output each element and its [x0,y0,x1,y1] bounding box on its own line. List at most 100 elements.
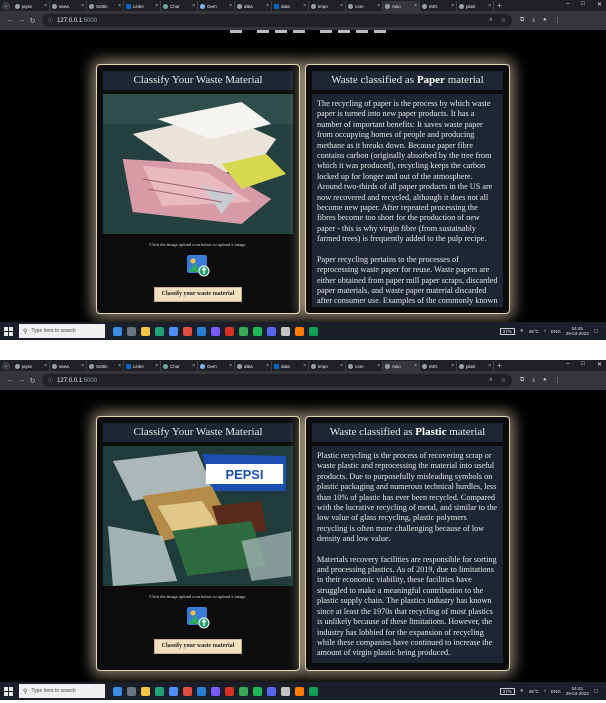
close-tab-icon[interactable]: × [229,3,232,9]
profile-icon[interactable]: ● [543,17,547,24]
forward-icon[interactable]: → [16,17,27,24]
download-icon[interactable]: ⤓ [532,17,535,24]
classify-button[interactable]: Classify your waste material [154,639,242,654]
extensions-icon[interactable]: ⧉ [520,377,524,384]
close-tab-icon[interactable]: × [303,363,306,369]
language[interactable]: ENG [551,689,561,694]
app-icon[interactable] [267,326,276,336]
task-view-icon[interactable] [127,326,136,336]
browser-tab[interactable]: Gem × [198,361,235,371]
browser-tab[interactable]: data × [235,361,272,371]
clock[interactable]: 04:42 29-04-2024 [566,686,589,696]
vscode-icon[interactable] [197,326,206,336]
zoom-icon[interactable]: ⌕ [489,17,492,24]
browser-tab-active[interactable]: Awo × [383,361,420,371]
file-explorer-icon[interactable] [141,686,150,696]
browser-tab[interactable]: data × [235,1,272,11]
new-tab-button[interactable]: + [497,361,502,370]
clock[interactable]: 04:45 29-04-2024 [566,326,589,336]
bookmark-star-icon[interactable]: ☆ [501,17,506,24]
file-explorer-icon[interactable] [141,326,150,336]
close-tab-icon[interactable]: × [303,3,306,9]
battery-indicator[interactable]: 37% [499,327,515,335]
classify-button[interactable]: Classify your waste material [154,287,242,302]
notification-icon[interactable]: ▢ [594,688,598,694]
browser-tab[interactable]: www. × [50,361,87,371]
bookmark-star-icon[interactable]: ☆ [501,377,506,384]
taskbar-search[interactable]: ⚲ Type here to search [19,684,105,698]
browser-tab[interactable]: plast × [457,361,494,371]
browser-tab[interactable]: impo × [309,361,346,371]
app-icon[interactable] [281,326,290,336]
close-tab-icon[interactable]: × [377,3,380,9]
close-tab-icon[interactable]: × [155,363,158,369]
taskbar-search[interactable]: ⚲ Type here to search [19,324,105,338]
forward-icon[interactable]: → [16,377,27,384]
browser-tab[interactable]: Linke × [124,1,161,11]
browser-tab[interactable]: data × [272,1,309,11]
browser-tab[interactable]: Gem × [198,1,235,11]
url-input[interactable]: ⓘ 127.0.0.1:5000 ⌕ ☆ [42,374,512,387]
reload-icon[interactable]: ↻ [27,377,38,385]
close-tab-icon[interactable]: × [377,363,380,369]
app-icon[interactable] [225,686,234,696]
browser-tab[interactable]: IMG × [420,1,457,11]
browser-tab[interactable]: Settin × [87,361,124,371]
reload-icon[interactable]: ↻ [27,17,38,25]
close-tab-icon[interactable]: × [155,3,158,9]
task-view-icon[interactable] [127,686,136,696]
app-icon[interactable] [183,686,192,696]
language[interactable]: ENG [551,329,561,334]
browser-tab[interactable]: com × [346,1,383,11]
close-tab-icon[interactable]: × [81,3,84,9]
browser-tab[interactable]: www. × [50,1,87,11]
tray-chevron-icon[interactable]: ^ [544,689,546,694]
close-tab-icon[interactable]: × [488,363,491,369]
browser-tab[interactable]: Char × [161,361,198,371]
image-upload-icon[interactable] [186,605,210,629]
back-icon[interactable]: ← [5,377,16,384]
close-tab-icon[interactable]: × [192,363,195,369]
menu-icon[interactable]: ⋮ [555,17,561,24]
browser-tab[interactable]: jaysc × [13,1,50,11]
notification-icon[interactable]: ▢ [594,328,598,334]
zoom-icon[interactable]: ⌕ [489,377,492,384]
browser-tab[interactable]: plast × [457,1,494,11]
extensions-icon[interactable]: ⧉ [520,17,524,24]
tab-search-icon[interactable]: ⌄ [2,1,10,10]
browser-tab[interactable]: impo × [309,1,346,11]
temperature[interactable]: 26°C [529,329,539,334]
maximize-icon[interactable]: □ [581,1,585,8]
app-icon[interactable] [211,326,220,336]
close-tab-icon[interactable]: × [414,363,417,369]
close-tab-icon[interactable]: × [451,363,454,369]
close-tab-icon[interactable]: × [192,3,195,9]
app-icon[interactable] [309,326,318,336]
app-icon[interactable] [113,326,122,336]
spotify-icon[interactable] [253,326,262,336]
browser-tab[interactable]: Char × [161,1,198,11]
app-icon[interactable] [225,326,234,336]
edge-icon[interactable] [155,686,164,696]
browser-tab[interactable]: IMG × [420,361,457,371]
app-icon[interactable] [211,686,220,696]
site-info-icon[interactable]: ⓘ [48,377,53,384]
browser-tab[interactable]: Linke × [124,361,161,371]
app-icon[interactable] [267,686,276,696]
close-tab-icon[interactable]: × [118,3,121,9]
browser-tab[interactable]: data × [272,361,309,371]
browser-tab-active[interactable]: Awo × [383,1,420,11]
minimize-icon[interactable]: – [566,361,569,368]
browser-tab[interactable]: Settin × [87,1,124,11]
close-window-icon[interactable]: ✕ [597,1,602,8]
windows-start-icon[interactable] [4,686,13,696]
close-tab-icon[interactable]: × [340,3,343,9]
chrome-icon[interactable] [239,326,248,336]
temperature[interactable]: 26°C [529,689,539,694]
close-window-icon[interactable]: ✕ [597,361,602,368]
profile-icon[interactable]: ● [543,377,547,384]
edge-icon[interactable] [155,326,164,336]
menu-icon[interactable]: ⋮ [555,377,561,384]
battery-indicator[interactable]: 37% [499,687,515,695]
tab-search-icon[interactable]: ⌄ [2,361,10,370]
